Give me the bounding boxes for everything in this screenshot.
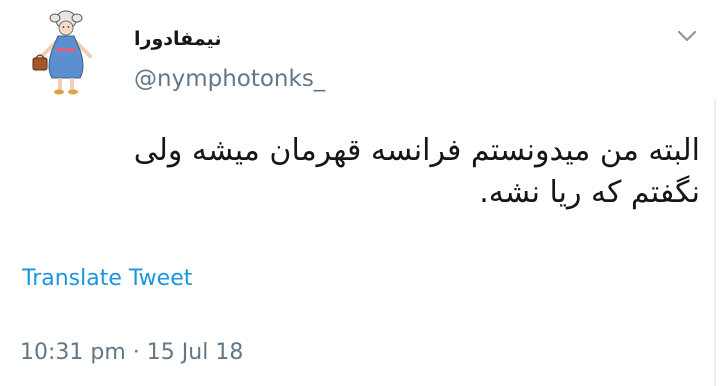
timestamp-separator: · <box>132 340 140 365</box>
author-handle[interactable]: @nymphotonks_ <box>134 64 325 94</box>
tweet-text: البته من میدونستم فرانسه قهرمان میشه ولی… <box>133 133 700 210</box>
tweet-date: 15 Jul 18 <box>146 340 244 365</box>
avatar-illustration <box>32 10 92 95</box>
scroll-edge-divider <box>714 98 716 386</box>
chevron-down-icon[interactable] <box>672 24 702 48</box>
avatar[interactable] <box>18 6 114 102</box>
tweet-card: نیمفادورا @nymphotonks_ البته من میدونست… <box>0 0 720 386</box>
author-display-name[interactable]: نیمفادورا <box>134 26 221 52</box>
chevron-down-glyph <box>677 30 697 42</box>
translate-tweet-link[interactable]: Translate Tweet <box>22 264 192 294</box>
tweet-timestamp[interactable]: 10:31 pm · 15 Jul 18 <box>20 338 243 368</box>
tweet-time: 10:31 pm <box>20 340 126 365</box>
